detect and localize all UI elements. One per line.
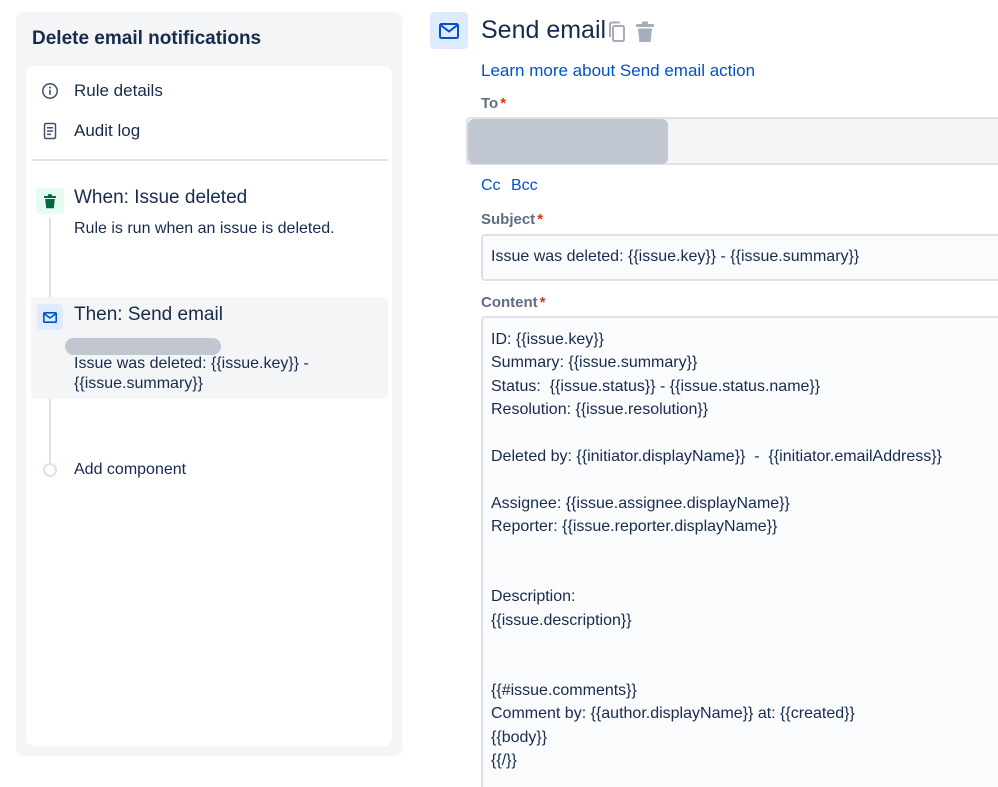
trigger-description: Rule is run when an issue is deleted. [74, 220, 335, 237]
trash-icon[interactable] [634, 20, 656, 44]
mail-icon [37, 304, 63, 330]
action-title: Then: Send email [74, 304, 223, 325]
content-line: Reporter: {{issue.reporter.displayName}} [491, 518, 778, 536]
content-line: Deleted by: {{initiator.displayName}} - … [491, 447, 942, 465]
rule-details-link[interactable]: Rule details [40, 78, 163, 104]
content-line: Comment by: {{author.displayName}} at: {… [491, 705, 855, 723]
content-line: Status: {{issue.status}} - {{issue.statu… [491, 377, 821, 395]
content-line: ID: {{issue.key}} [491, 331, 604, 348]
content-line: {{issue.description}} [491, 611, 632, 629]
required-marker: * [537, 211, 544, 228]
content-line: {{#issue.comments}} [491, 681, 637, 699]
subject-input[interactable]: Issue was deleted: {{issue.key}} - {{iss… [481, 234, 998, 281]
rule-title: Delete email notifications [32, 28, 262, 49]
trigger-trash-icon [36, 188, 64, 214]
add-component-node [43, 463, 57, 477]
content-line [491, 422, 998, 445]
rule-components-card: Rule details Audit log When: Issue delet… [26, 66, 392, 746]
to-label: To * [481, 95, 506, 112]
content-line: Resolution: {{issue.resolution}} [491, 401, 709, 419]
action-summary: Issue was deleted: {{issue.key}} - {{iss… [74, 355, 309, 392]
to-label-text: To [481, 95, 499, 112]
send-email-title: Send email [481, 16, 607, 44]
divider [32, 159, 388, 161]
info-icon [40, 81, 60, 101]
content-line [491, 468, 998, 491]
content-line: {{body}} [491, 728, 548, 746]
content-line: Summary: {{issue.summary}} [491, 354, 698, 372]
subject-label-text: Subject [481, 211, 536, 228]
audit-log-label: Audit log [74, 121, 141, 140]
action-send-email[interactable]: Then: Send email Issue was deleted: {{is… [31, 297, 388, 399]
document-icon [40, 121, 60, 141]
redacted-recipient [468, 119, 668, 164]
rule-panel: Delete email notifications Rule details … [16, 12, 402, 756]
content-label-text: Content [481, 294, 538, 311]
audit-log-link[interactable]: Audit log [40, 118, 140, 144]
learn-more-link[interactable]: Learn more about Send email action [481, 61, 755, 81]
to-field[interactable] [466, 117, 998, 165]
rule-details-label: Rule details [74, 81, 163, 100]
redacted-recipient [65, 338, 221, 355]
content-line [491, 632, 998, 655]
content-line: Assignee: {{issue.assignee.displayName}} [491, 494, 790, 512]
add-component-link[interactable]: Add component [74, 461, 186, 479]
bcc-link[interactable]: Bcc [511, 177, 538, 195]
copy-icon[interactable] [606, 20, 628, 44]
content-textarea[interactable]: ID: {{issue.key}} Summary: {{issue.summa… [481, 316, 998, 787]
trigger-title[interactable]: When: Issue deleted [74, 187, 247, 209]
required-marker: * [539, 294, 546, 311]
content-line [491, 539, 998, 562]
content-line: {{/}} [491, 752, 517, 770]
mail-icon [430, 12, 468, 49]
content-line [491, 562, 998, 585]
content-line: Description: [491, 588, 576, 606]
content-label: Content * [481, 294, 546, 311]
subject-label: Subject * [481, 211, 543, 228]
required-marker: * [500, 95, 507, 112]
content-line [491, 655, 998, 678]
cc-link[interactable]: Cc [481, 177, 501, 195]
